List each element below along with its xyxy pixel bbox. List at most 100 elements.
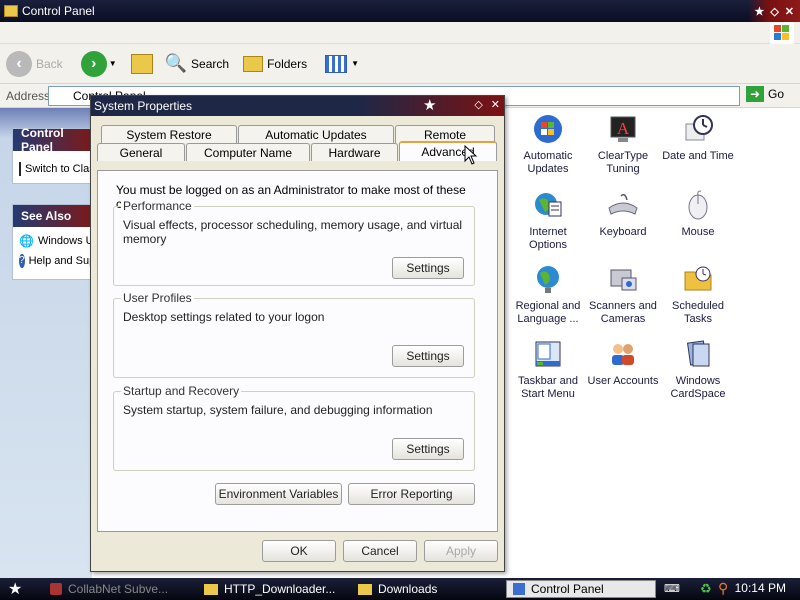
dialog-controls: ◇ ✕ [474,98,500,111]
up-folder-icon[interactable] [130,53,153,74]
icon-label: Regional and Language ... [515,300,581,325]
error-reporting-button[interactable]: Error Reporting [348,483,475,505]
environment-variables-button[interactable]: Environment Variables [215,483,342,505]
tab-advanced[interactable]: Advanced [399,141,497,161]
icon-label: Scanners and Cameras [589,300,657,325]
keyboard-tray-icon[interactable]: ⌨ [664,582,680,595]
tab-label: System Restore [126,127,212,142]
close-icon[interactable]: ✕ [491,98,500,111]
task-pane: Control Panel Switch to Classic View See… [0,108,92,578]
scanners-cameras-item[interactable]: Scanners and Cameras [585,262,661,326]
tab-label: Hardware [328,145,381,160]
control-panel-section: Control Panel Switch to Classic View [12,126,92,184]
chevron-down-icon: ▼ [351,59,359,68]
start-button[interactable]: ★ [8,579,22,599]
minimize-button[interactable]: ◇ [770,5,778,18]
startup-recovery-settings-button[interactable]: Settings [392,438,464,460]
automatic-updates-item[interactable]: Automatic Updates [510,112,586,176]
user-profiles-legend: User Profiles [121,291,194,305]
globe-icon [531,188,565,222]
taskbar-start-menu-item[interactable]: Taskbar and Start Menu [510,337,586,401]
internet-options-item[interactable]: Internet Options [510,188,586,252]
keyboard-item[interactable]: Keyboard [585,188,661,239]
see-also-header[interactable]: See Also [13,205,91,227]
startup-recovery-desc: System startup, system failure, and debu… [123,403,433,417]
go-button[interactable]: ➜ Go [746,86,784,102]
system-properties-dialog: System Properties ★ ◇ ✕ System Restore A… [90,95,505,572]
icon-label: Date and Time [662,150,734,162]
user-accounts-item[interactable]: User Accounts [585,337,661,388]
chevron-down-icon[interactable]: ▼ [109,59,117,68]
search-button[interactable]: 🔍 Search [165,53,229,74]
tab-general[interactable]: General [97,143,185,161]
tab-computer-name[interactable]: Computer Name [186,143,310,161]
network-tray-icon[interactable]: ♻ [700,581,712,597]
cancel-button[interactable]: Cancel [343,540,417,562]
mouse-item[interactable]: Mouse [660,188,736,239]
back-label: Back [36,56,63,71]
regional-language-item[interactable]: Regional and Language ... [510,262,586,326]
task-label: HTTP_Downloader... [224,582,336,596]
control-panel-header[interactable]: Control Panel [13,126,91,154]
help-icon[interactable]: ◇ [474,98,482,111]
icon-label: Internet Options [529,226,567,251]
performance-settings-button[interactable]: Settings [392,257,464,279]
tab-hardware[interactable]: Hardware [311,143,398,161]
tab-system-restore[interactable]: System Restore [101,125,237,143]
go-label: Go [768,87,785,101]
see-also-section: See Also 🌐 Windows Update ? Help and Sup… [12,204,92,280]
tab-automatic-updates[interactable]: Automatic Updates [238,125,394,143]
ok-button[interactable]: OK [262,540,336,562]
user-profiles-group: User Profiles Desktop settings related t… [113,291,475,378]
regional-globe-icon [531,262,565,296]
windows-cardspace-item[interactable]: Windows CardSpace [660,337,736,401]
taskbar-item-http-downloader[interactable]: HTTP_Downloader... [198,580,348,598]
control-panel-title-bar[interactable]: Control Panel ★ ◇ ✕ [0,0,800,22]
taskbar-item-collabnet[interactable]: CollabNet Subve... [44,580,194,598]
keyboard-icon [606,188,640,222]
user-profiles-settings-button[interactable]: Settings [392,345,464,367]
switch-view-link[interactable]: Switch to Classic View [13,159,91,179]
windows-update-label: Windows Update [37,235,91,247]
performance-desc: Visual effects, processor scheduling, me… [123,218,463,246]
search-icon: 🔍 [164,53,188,73]
folders-icon [243,55,264,72]
switch-view-icon [19,162,21,176]
cleartype-tuning-item[interactable]: A ClearType Tuning [585,112,661,176]
folders-button[interactable]: Folders [243,55,307,72]
views-button[interactable]: ▼ [325,54,359,73]
star-icon: ★ [754,5,765,18]
back-button[interactable]: ‹ [6,50,32,77]
help-label: Help and Support [28,255,91,267]
taskbar-item-control-panel[interactable]: Control Panel [506,580,656,598]
tab-label: Automatic Updates [265,127,367,142]
taskbar: ★ CollabNet Subve... HTTP_Downloader... … [0,578,800,600]
scheduled-tasks-item[interactable]: Scheduled Tasks [660,262,736,326]
startup-recovery-legend: Startup and Recovery [121,384,242,398]
windows-update-link[interactable]: 🌐 Windows Update [13,231,91,251]
clock[interactable]: 10:14 PM [735,581,786,595]
user-profiles-desc: Desktop settings related to your logon [123,310,325,324]
tab-label: Remote [423,127,467,142]
icon-label: Automatic Updates [523,150,573,175]
search-tray-icon[interactable]: ⚲ [718,580,728,597]
apply-button[interactable]: Apply [424,540,498,562]
folder-icon [4,5,18,17]
forward-button[interactable]: › [80,50,107,77]
taskbar-icon [531,337,565,371]
icon-label: ClearType Tuning [597,150,649,175]
date-and-time-item[interactable]: Date and Time [660,112,736,163]
toolbar: ‹ Back › ▼ 🔍 Search Folders ▼ [0,44,800,84]
task-label: Downloads [378,582,438,596]
performance-legend: Performance [121,199,194,213]
dialog-title-bar[interactable]: System Properties ★ ◇ ✕ [91,96,504,116]
windows-flag-icon [531,112,565,146]
window-controls: ★ ◇ ✕ [748,0,800,22]
help-link[interactable]: ? Help and Support [13,251,91,271]
close-button[interactable]: ✕ [785,5,794,18]
app-icon [50,583,62,595]
taskbar-item-downloads[interactable]: Downloads [352,580,502,598]
startup-recovery-group: Startup and Recovery System startup, sys… [113,384,475,471]
star-icon: ★ [423,97,437,114]
icon-label: User Accounts [587,375,659,387]
